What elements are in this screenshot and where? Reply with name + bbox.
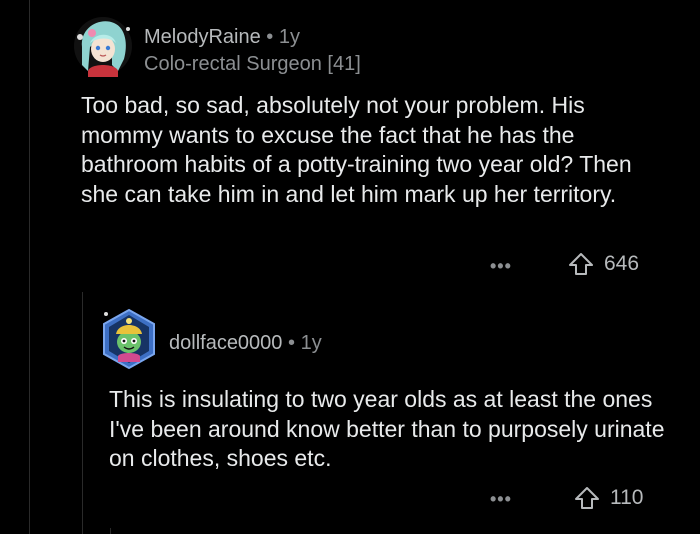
thread-line [110,528,111,534]
avatar-illustration-icon [103,308,155,370]
thread-line [82,292,83,534]
thread-line [29,0,30,534]
username[interactable]: MelodyRaine [144,26,261,48]
upvote-count: 646 [604,252,640,275]
comment-body: This is insulating to two year olds as a… [109,386,665,471]
comment-meta: MelodyRaine • 1y [144,26,300,49]
upvote-button[interactable]: 110 [574,486,643,510]
comment-age: 1y [278,26,300,48]
upvote-arrow-icon [569,253,593,275]
comment-meta: dollface0000 • 1y [169,332,322,355]
upvote-button[interactable]: 646 [568,252,639,276]
user-avatar[interactable] [98,308,160,370]
meta-separator: • [288,332,296,354]
comment-age: 1y [300,332,322,354]
comment-body: Too bad, so sad, absolutely not your pro… [81,92,632,207]
more-options-button[interactable]: ••• [490,256,512,277]
upvote-arrow-icon [575,487,599,509]
username[interactable]: dollface0000 [169,332,282,354]
user-avatar[interactable] [72,15,134,77]
more-options-button[interactable]: ••• [490,489,512,510]
user-flair: Colo-rectal Surgeon [41] [144,53,361,75]
meta-separator: • [266,26,274,48]
upvote-count: 110 [610,486,644,509]
avatar-illustration-icon [74,17,132,77]
